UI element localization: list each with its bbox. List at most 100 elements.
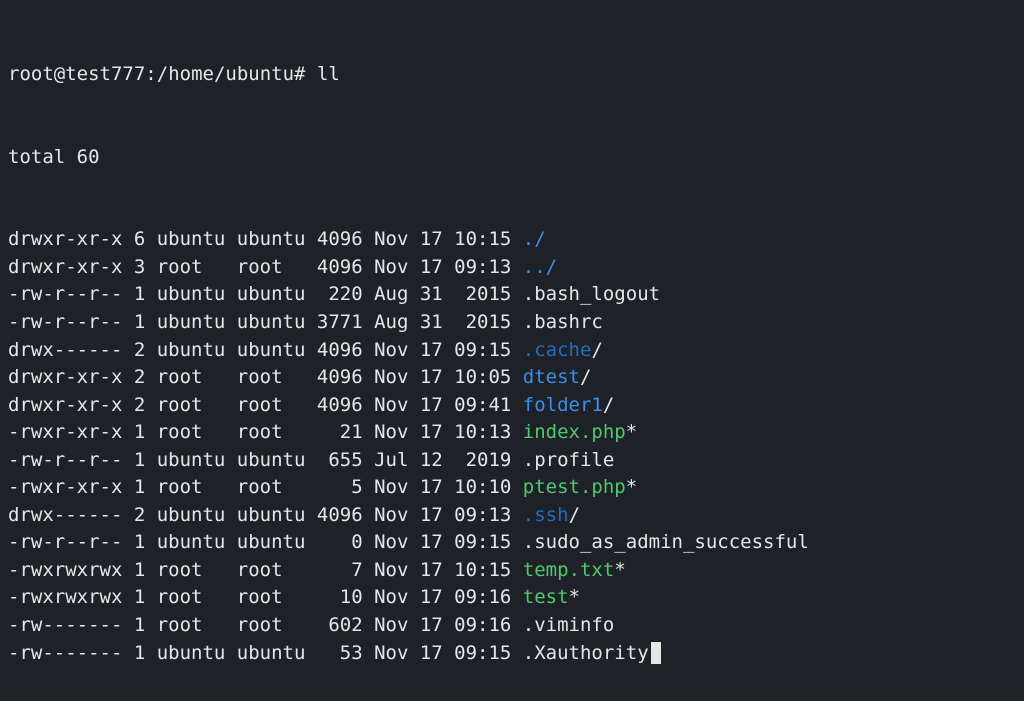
owner: root <box>145 476 225 498</box>
terminal[interactable]: root@test777:/home/ubuntu# ll total 60 d… <box>0 0 1024 701</box>
group: root <box>225 559 305 581</box>
date: Aug 31 2015 <box>363 311 512 333</box>
list-row: -rw------- 1 ubuntu ubuntu 53 Nov 17 09:… <box>8 640 1016 668</box>
prompt-host: test777 <box>65 63 145 85</box>
list-row: -rwxrwxrwx 1 root root 10 Nov 17 09:16 t… <box>8 584 1016 612</box>
file-name: test <box>511 586 568 608</box>
file-suffix: / <box>591 339 602 361</box>
links: 1 <box>122 559 145 581</box>
links: 1 <box>122 476 145 498</box>
links: 1 <box>122 614 145 636</box>
size: 10 <box>305 586 362 608</box>
owner: root <box>145 366 225 388</box>
size: 655 <box>305 449 362 471</box>
cursor <box>651 642 661 664</box>
file-name: .ssh <box>511 504 568 526</box>
file-name: ptest.php <box>511 476 625 498</box>
file-name: .sudo_as_admin_successful <box>511 531 808 553</box>
owner: ubuntu <box>145 228 225 250</box>
total-line: total 60 <box>8 144 1016 172</box>
file-name: ./ <box>511 228 545 250</box>
links: 1 <box>122 531 145 553</box>
links: 1 <box>122 283 145 305</box>
perm: drwx------ <box>8 339 122 361</box>
owner: ubuntu <box>145 283 225 305</box>
owner: ubuntu <box>145 642 225 664</box>
owner: root <box>145 394 225 416</box>
size: 602 <box>305 614 362 636</box>
links: 3 <box>122 256 145 278</box>
file-suffix: * <box>614 559 625 581</box>
owner: ubuntu <box>145 504 225 526</box>
owner: ubuntu <box>145 449 225 471</box>
perm: drwxr-xr-x <box>8 394 122 416</box>
group: ubuntu <box>225 449 305 471</box>
size: 4096 <box>305 256 362 278</box>
group: ubuntu <box>225 311 305 333</box>
perm: -rw-r--r-- <box>8 449 122 471</box>
group: ubuntu <box>225 228 305 250</box>
links: 1 <box>122 449 145 471</box>
size: 4096 <box>305 366 362 388</box>
size: 4096 <box>305 504 362 526</box>
group: ubuntu <box>225 283 305 305</box>
perm: -rw-r--r-- <box>8 283 122 305</box>
links: 2 <box>122 504 145 526</box>
file-name: .viminfo <box>511 614 614 636</box>
size: 0 <box>305 531 362 553</box>
size: 5 <box>305 476 362 498</box>
list-row: drwxr-xr-x 2 root root 4096 Nov 17 10:05… <box>8 364 1016 392</box>
file-name: ../ <box>511 256 557 278</box>
list-row: -rw-r--r-- 1 ubuntu ubuntu 3771 Aug 31 2… <box>8 309 1016 337</box>
prompt-colon: : <box>145 63 156 85</box>
group: ubuntu <box>225 531 305 553</box>
list-row: -rwxr-xr-x 1 root root 21 Nov 17 10:13 i… <box>8 419 1016 447</box>
perm: drwxr-xr-x <box>8 228 122 250</box>
size: 21 <box>305 421 362 443</box>
size: 53 <box>305 642 362 664</box>
group: root <box>225 394 305 416</box>
perm: -rwxrwxrwx <box>8 559 122 581</box>
list-row: -rwxrwxrwx 1 root root 7 Nov 17 10:15 te… <box>8 557 1016 585</box>
date: Nov 17 10:15 <box>363 228 512 250</box>
links: 1 <box>122 421 145 443</box>
group: ubuntu <box>225 642 305 664</box>
prompt-line: root@test777:/home/ubuntu# ll <box>8 61 1016 89</box>
file-suffix: / <box>569 504 580 526</box>
perm: -rwxr-xr-x <box>8 476 122 498</box>
file-name: .cache <box>511 339 591 361</box>
date: Nov 17 09:16 <box>363 614 512 636</box>
group: root <box>225 614 305 636</box>
date: Nov 17 09:15 <box>363 642 512 664</box>
owner: root <box>145 586 225 608</box>
file-suffix: * <box>626 476 637 498</box>
date: Nov 17 09:16 <box>363 586 512 608</box>
group: ubuntu <box>225 339 305 361</box>
date: Nov 17 09:41 <box>363 394 512 416</box>
links: 6 <box>122 228 145 250</box>
date: Nov 17 10:10 <box>363 476 512 498</box>
list-row: drwx------ 2 ubuntu ubuntu 4096 Nov 17 0… <box>8 502 1016 530</box>
size: 4096 <box>305 228 362 250</box>
links: 2 <box>122 394 145 416</box>
file-suffix: / <box>603 394 614 416</box>
list-row: -rwxr-xr-x 1 root root 5 Nov 17 10:10 pt… <box>8 474 1016 502</box>
file-name: .bash_logout <box>511 283 660 305</box>
owner: root <box>145 421 225 443</box>
date: Nov 17 09:15 <box>363 339 512 361</box>
file-name: dtest <box>511 366 580 388</box>
owner: root <box>145 256 225 278</box>
perm: -rw------- <box>8 642 122 664</box>
list-row: -rw------- 1 root root 602 Nov 17 09:16 … <box>8 612 1016 640</box>
links: 1 <box>122 311 145 333</box>
perm: -rw-r--r-- <box>8 311 122 333</box>
perm: -rwxr-xr-x <box>8 421 122 443</box>
list-row: -rw-r--r-- 1 ubuntu ubuntu 655 Jul 12 20… <box>8 447 1016 475</box>
file-name: .Xauthority <box>511 642 648 664</box>
list-row: -rw-r--r-- 1 ubuntu ubuntu 220 Aug 31 20… <box>8 281 1016 309</box>
group: root <box>225 366 305 388</box>
owner: ubuntu <box>145 311 225 333</box>
prompt-cwd: /home/ubuntu <box>157 63 294 85</box>
links: 1 <box>122 586 145 608</box>
links: 2 <box>122 366 145 388</box>
